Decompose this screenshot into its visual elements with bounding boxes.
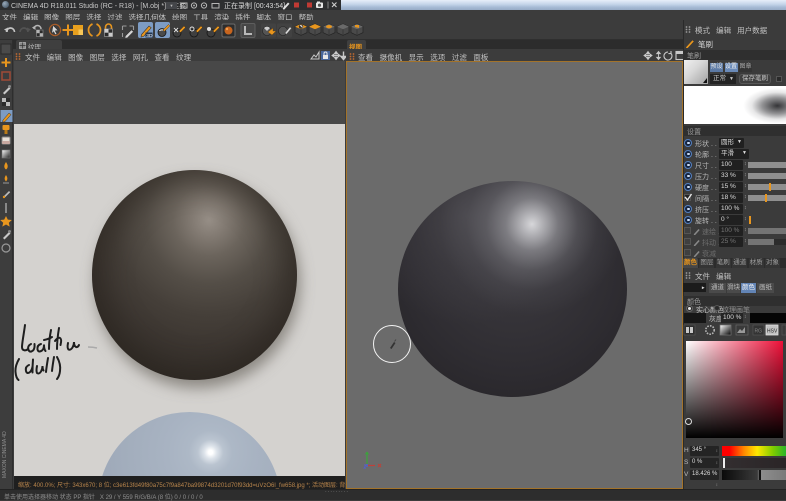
svg-text:HSV: HSV	[767, 329, 778, 335]
svg-text:3D: 3D	[146, 33, 153, 39]
svg-text:RG: RG	[755, 329, 763, 335]
